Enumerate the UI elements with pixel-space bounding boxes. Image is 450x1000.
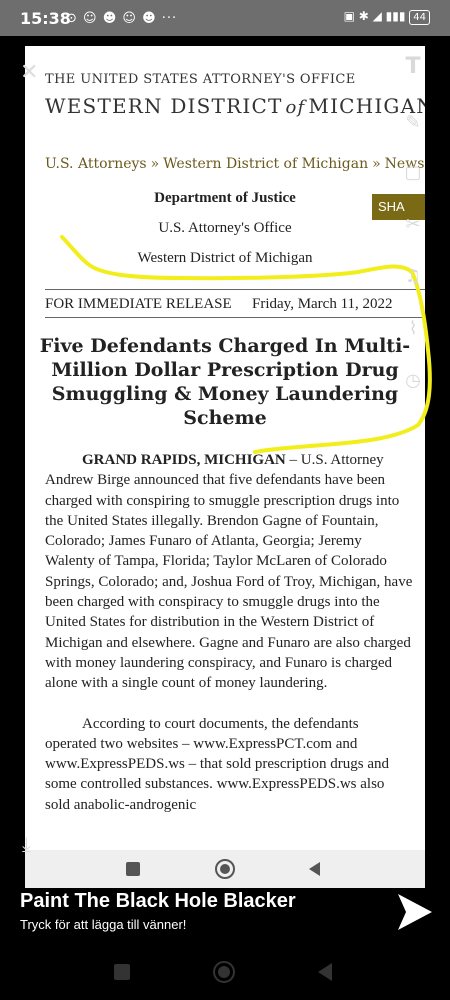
article-body: GRAND RAPIDS, MICHIGAN – U.S. Attorney A… bbox=[45, 450, 413, 815]
pencil-icon[interactable]: ✎ bbox=[402, 112, 424, 134]
recent-apps-icon[interactable] bbox=[114, 964, 130, 980]
paperclip-icon[interactable]: ⌇ bbox=[402, 318, 424, 340]
release-date: Friday, March 11, 2022 bbox=[252, 296, 393, 312]
breadcrumb-separator: » bbox=[150, 156, 160, 172]
web-page: THE UNITED STATES ATTORNEY'S OFFICE WEST… bbox=[25, 46, 425, 850]
download-icon[interactable]: ⤓ bbox=[22, 832, 31, 856]
recent-apps-icon[interactable] bbox=[121, 857, 145, 881]
paragraph-2: According to court documents, the defend… bbox=[45, 715, 389, 813]
sticker-icon[interactable]: ▢ bbox=[402, 162, 424, 184]
promo-subtitle[interactable]: Tryck för att lägga till vänner! bbox=[20, 917, 186, 932]
dateline: GRAND RAPIDS, MICHIGAN bbox=[82, 452, 286, 468]
back-icon[interactable] bbox=[303, 857, 327, 881]
screenshot-nav-bar bbox=[25, 850, 425, 888]
divider bbox=[45, 317, 425, 318]
timer-icon[interactable]: ◷ bbox=[402, 370, 424, 392]
district-name-line: Western District of Michigan bbox=[137, 250, 313, 266]
paragraph-1: GRAND RAPIDS, MICHIGAN – U.S. Attorney A… bbox=[45, 450, 413, 694]
department-name: Department of Justice bbox=[154, 190, 296, 206]
district-logo[interactable]: WESTERN DISTRICT of MICHIGAN bbox=[45, 94, 425, 118]
music-icon[interactable]: ♫ bbox=[402, 266, 424, 288]
breadcrumb-western-district[interactable]: Western District of Michigan bbox=[163, 156, 368, 172]
close-icon[interactable]: ✕ bbox=[20, 60, 38, 85]
office-name-line: U.S. Attorney's Office bbox=[158, 220, 292, 236]
battery-icon: 44 bbox=[409, 10, 430, 25]
breadcrumb-separator: » bbox=[372, 156, 381, 172]
text-tool-icon[interactable]: T bbox=[402, 56, 424, 78]
paragraph-1-text: – U.S. Attorney Andrew Birge announced t… bbox=[45, 452, 413, 692]
status-right-icons: ▣ ✱ ◢ ▮▮▮ 44 bbox=[344, 9, 430, 25]
divider bbox=[45, 289, 425, 290]
district-of: of bbox=[285, 97, 306, 118]
system-nav-bar bbox=[114, 961, 332, 983]
office-name: THE UNITED STATES ATTORNEY'S OFFICE bbox=[45, 72, 356, 87]
breadcrumb-us-attorneys[interactable]: U.S. Attorneys bbox=[45, 156, 147, 172]
promo-title[interactable]: Paint The Black Hole Blacker bbox=[20, 890, 296, 913]
send-arrow-icon[interactable] bbox=[392, 890, 436, 934]
back-icon[interactable] bbox=[318, 963, 332, 981]
scissors-icon[interactable]: ✂ bbox=[402, 214, 424, 236]
status-time: 15:38 bbox=[20, 9, 71, 28]
breadcrumb: U.S. Attorneys» Western District of Michi… bbox=[45, 156, 424, 172]
release-label: FOR IMMEDIATE RELEASE bbox=[45, 296, 232, 312]
press-release-headline: Five Defendants Charged In Multi-Million… bbox=[39, 335, 411, 429]
district-left: WESTERN DISTRICT bbox=[45, 94, 283, 118]
home-icon[interactable] bbox=[213, 857, 237, 881]
status-bar: 15:38 ⊙ ☺ ☻ ☺ ☻ ··· ▣ ✱ ◢ ▮▮▮ 44 bbox=[0, 0, 450, 36]
notification-icons: ⊙ ☺ ☻ ☺ ☻ ··· bbox=[66, 11, 178, 26]
